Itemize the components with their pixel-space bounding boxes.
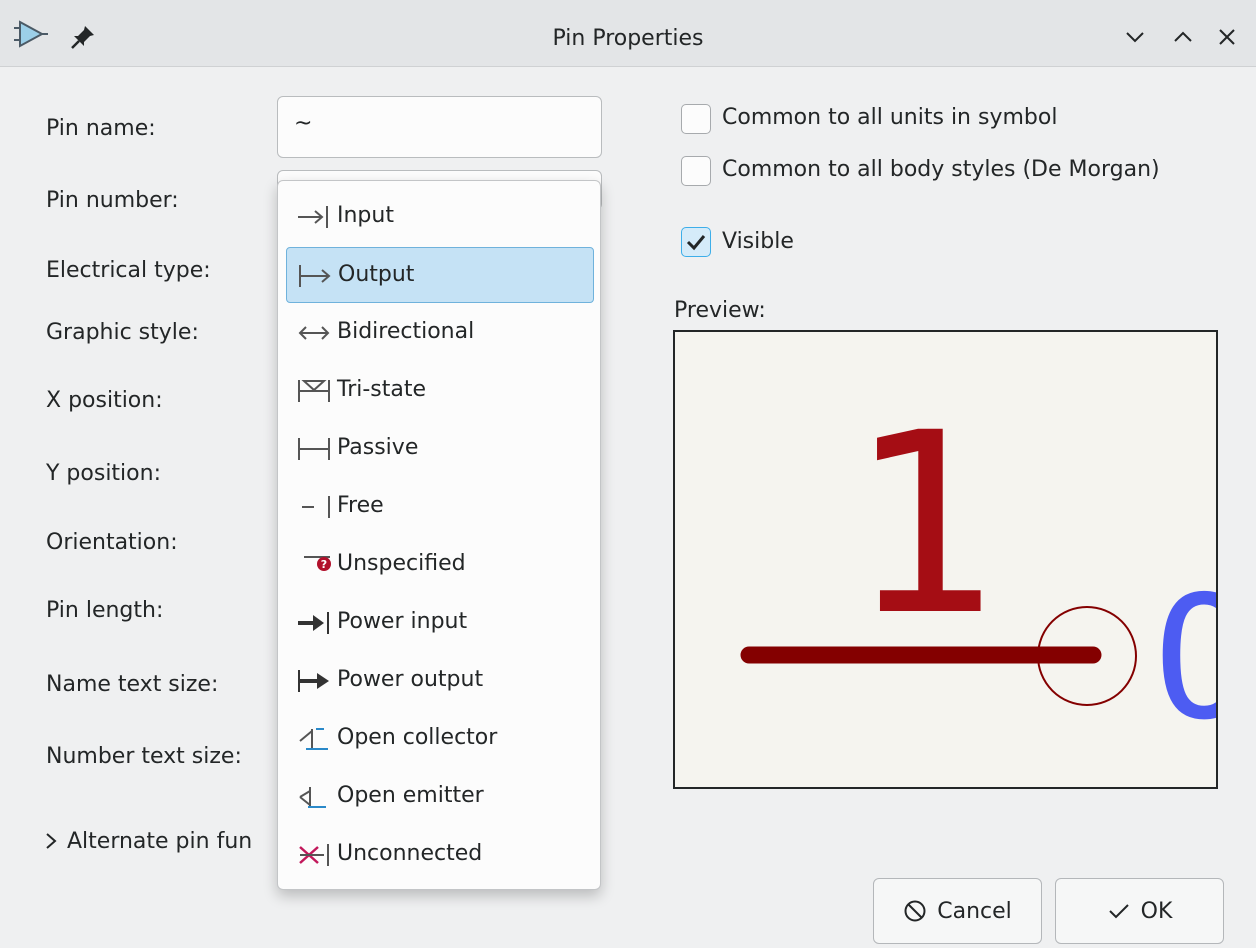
open-emitter-pin-icon bbox=[299, 787, 326, 808]
svg-text:?: ? bbox=[321, 558, 327, 571]
option-power-input[interactable]: Power input bbox=[286, 595, 594, 651]
ok-label: OK bbox=[1140, 898, 1173, 924]
alternate-pin-functions-expander[interactable]: Alternate pin fun bbox=[44, 826, 252, 856]
common-units-checkbox[interactable] bbox=[681, 104, 711, 134]
option-unconnected[interactable]: Unconnected bbox=[286, 827, 594, 883]
orientation-label: Orientation: bbox=[46, 530, 178, 555]
minimize-button[interactable] bbox=[1120, 22, 1150, 52]
option-unspecified[interactable]: ? Unspecified bbox=[286, 537, 594, 593]
output-pin-icon bbox=[299, 265, 331, 287]
common-body-styles-label: Common to all body styles (De Morgan) bbox=[722, 157, 1160, 182]
title-bar: Pin Properties bbox=[0, 0, 1256, 67]
option-label: Free bbox=[337, 493, 384, 518]
open-collector-pin-icon bbox=[299, 728, 328, 750]
bidirectional-pin-icon bbox=[298, 326, 330, 340]
passive-pin-icon bbox=[298, 438, 330, 460]
common-units-label: Common to all units in symbol bbox=[722, 105, 1058, 130]
unconnected-pin-icon bbox=[299, 844, 329, 866]
electrical-type-dropdown: Input Output Bidirectional Tri-state Pas… bbox=[277, 180, 601, 890]
option-label: Bidirectional bbox=[337, 319, 475, 344]
pin-name-label: Pin name: bbox=[46, 116, 156, 141]
checkmark-icon bbox=[686, 235, 706, 251]
number-text-size-label: Number text size: bbox=[46, 744, 242, 769]
option-label: Unspecified bbox=[337, 551, 466, 576]
visible-checkbox[interactable] bbox=[681, 227, 711, 257]
option-label: Open emitter bbox=[337, 783, 484, 808]
chevron-right-icon bbox=[46, 833, 57, 849]
close-button[interactable] bbox=[1212, 22, 1242, 52]
name-text-size-label: Name text size: bbox=[46, 672, 219, 697]
option-label: Open collector bbox=[337, 725, 498, 750]
common-body-styles-checkbox[interactable] bbox=[681, 156, 711, 186]
x-position-label: X position: bbox=[46, 388, 163, 413]
option-passive[interactable]: Passive bbox=[286, 421, 594, 477]
option-label: Unconnected bbox=[337, 841, 483, 866]
pin-preview-canvas: 1 O bbox=[673, 330, 1218, 789]
pin-length-label: Pin length: bbox=[46, 598, 164, 623]
alternate-pin-functions-label: Alternate pin fun bbox=[67, 828, 253, 854]
input-pin-icon bbox=[298, 206, 328, 228]
option-free[interactable]: Free bbox=[286, 479, 594, 535]
chevron-down-icon bbox=[1126, 32, 1144, 43]
option-label: Tri-state bbox=[337, 377, 427, 402]
option-open-collector[interactable]: Open collector bbox=[286, 711, 594, 767]
cancel-label: Cancel bbox=[937, 898, 1012, 924]
electrical-type-label: Electrical type: bbox=[46, 258, 211, 283]
unspecified-pin-icon: ? bbox=[304, 556, 331, 571]
y-position-label: Y position: bbox=[46, 461, 161, 486]
option-label: Power output bbox=[337, 667, 484, 692]
checkmark-icon bbox=[1108, 904, 1129, 919]
free-pin-icon bbox=[302, 496, 330, 518]
option-label: Power input bbox=[337, 609, 468, 634]
cancel-icon bbox=[904, 900, 926, 922]
graphic-style-label: Graphic style: bbox=[46, 320, 199, 345]
option-label: Output bbox=[338, 262, 415, 287]
close-icon bbox=[1219, 29, 1235, 45]
visible-label: Visible bbox=[722, 229, 794, 254]
window-title: Pin Properties bbox=[552, 26, 704, 51]
preview-label: Preview: bbox=[674, 298, 766, 323]
power-output-pin-icon bbox=[298, 670, 329, 692]
option-output[interactable]: Output bbox=[286, 247, 594, 303]
pin-number-text: 1 bbox=[847, 379, 998, 670]
option-bidirectional[interactable]: Bidirectional bbox=[286, 305, 594, 361]
option-tri-state[interactable]: Tri-state bbox=[286, 363, 594, 419]
cancel-button[interactable]: Cancel bbox=[873, 878, 1042, 944]
option-open-emitter[interactable]: Open emitter bbox=[286, 769, 594, 825]
option-label: Passive bbox=[337, 435, 419, 460]
tri-state-pin-icon bbox=[298, 380, 330, 402]
option-label: Input bbox=[337, 203, 394, 228]
pin-number-label: Pin number: bbox=[46, 188, 179, 213]
pin-name-value: ~ bbox=[294, 111, 313, 136]
chevron-up-icon bbox=[1174, 31, 1192, 42]
option-power-output[interactable]: Power output bbox=[286, 653, 594, 709]
power-input-pin-icon bbox=[298, 612, 329, 634]
option-input[interactable]: Input bbox=[286, 189, 594, 245]
pin-name-text: O bbox=[1153, 574, 1216, 744]
maximize-button[interactable] bbox=[1168, 22, 1198, 52]
ok-button[interactable]: OK bbox=[1055, 878, 1224, 944]
pin-name-input[interactable]: ~ bbox=[277, 96, 602, 158]
